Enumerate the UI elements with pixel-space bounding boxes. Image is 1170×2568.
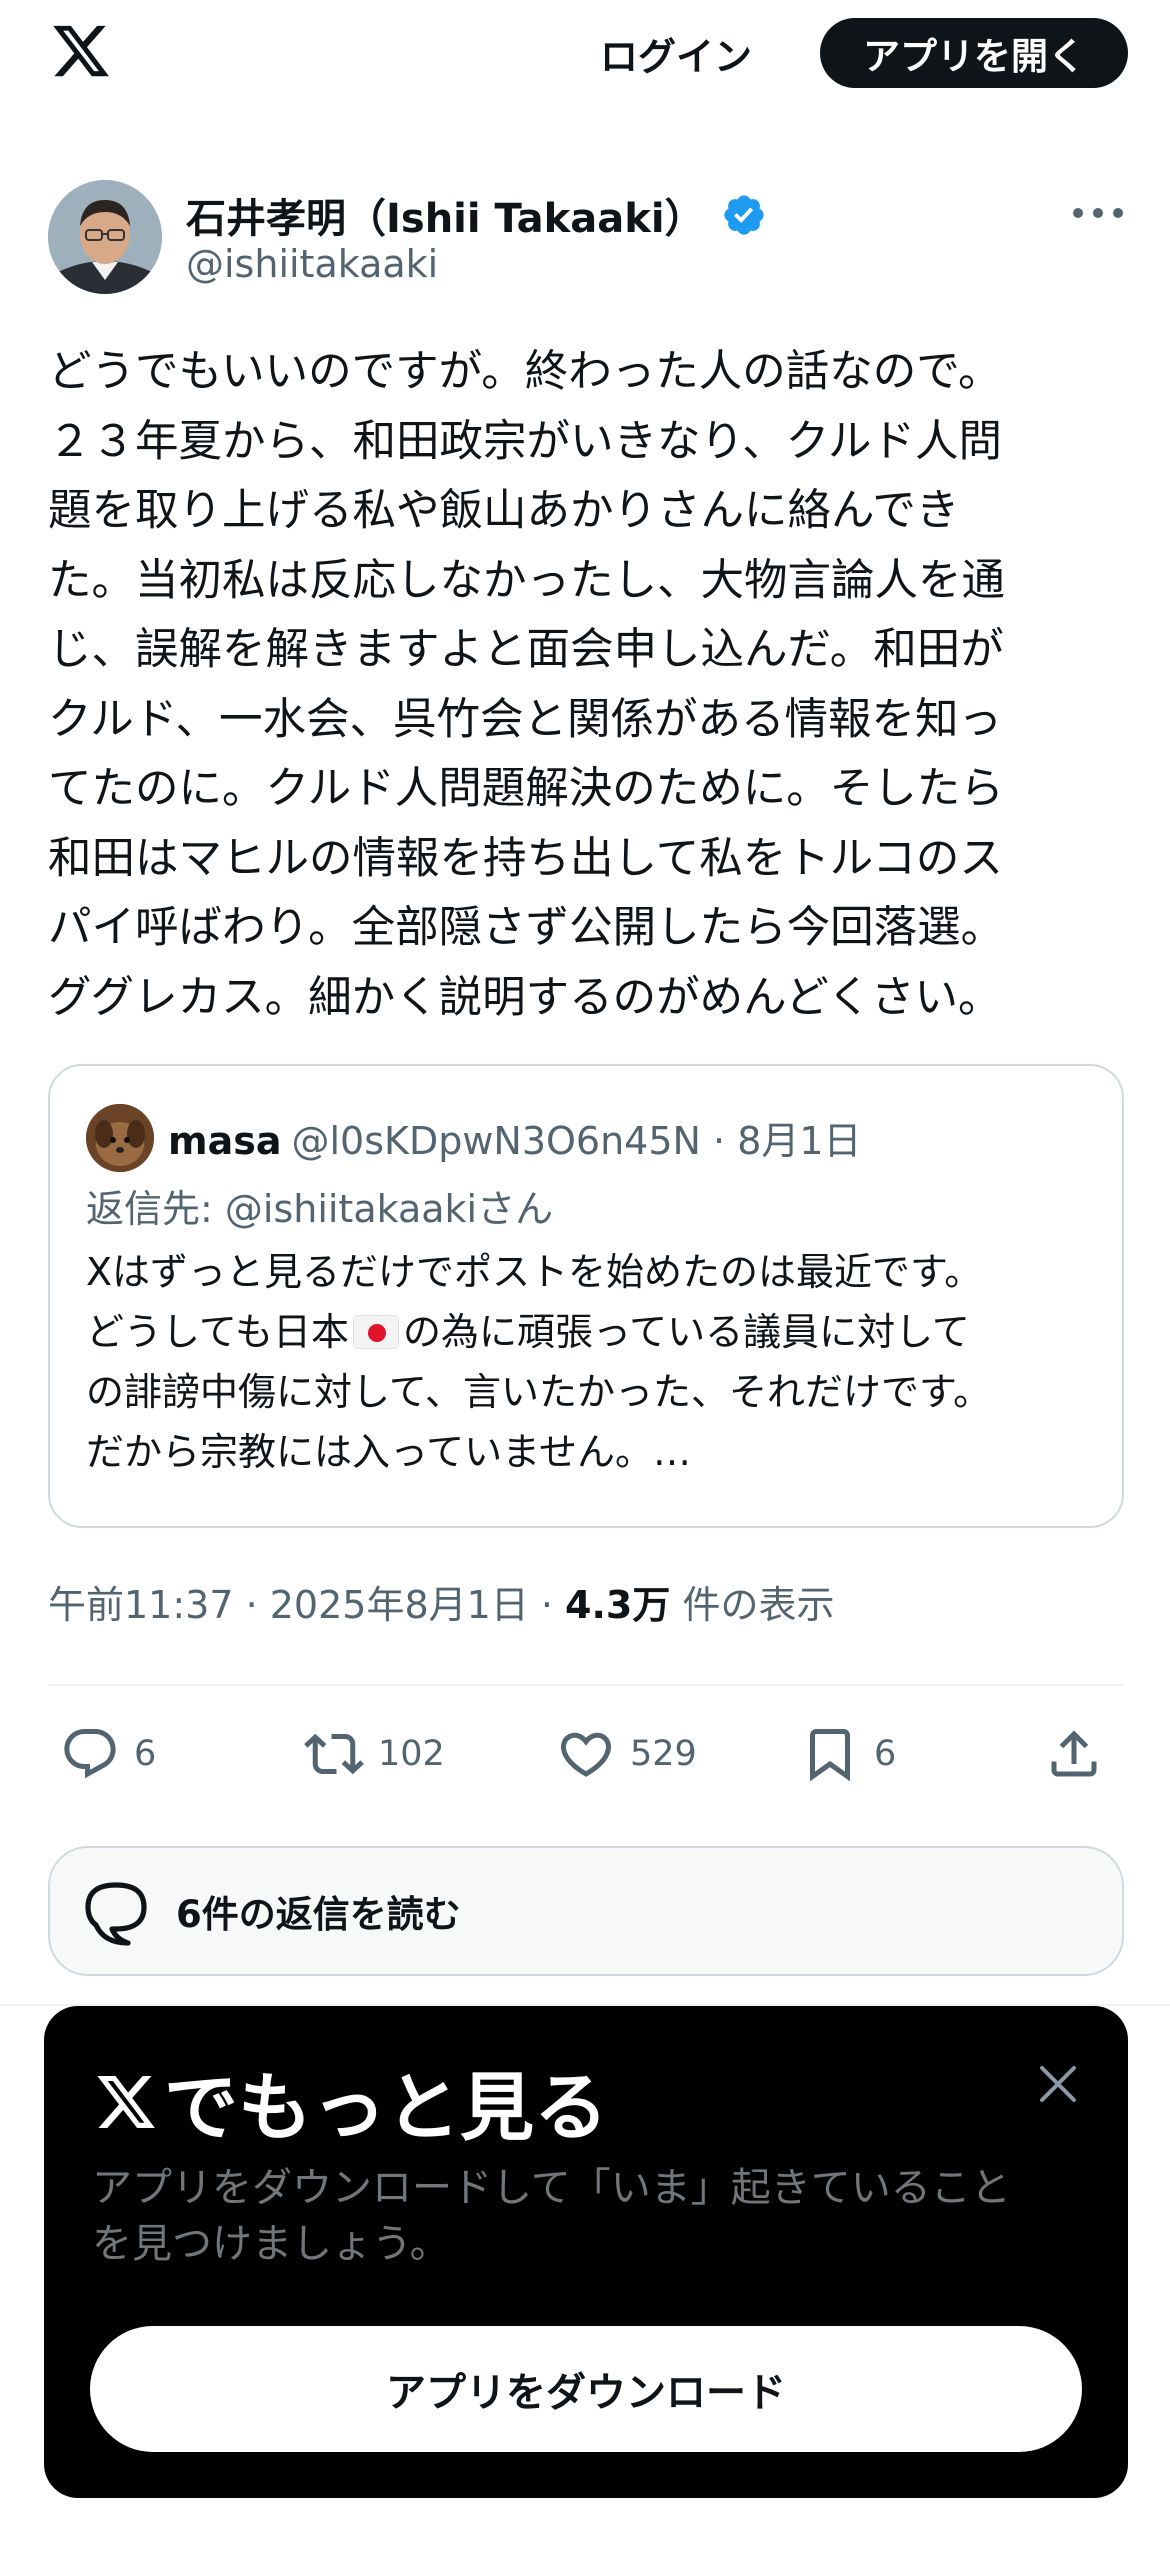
- author-name[interactable]: 石井孝明（Ishii Takaaki）: [186, 186, 767, 244]
- quoted-header: masa @l0sKDpwN3O6n45N · 8月1日: [168, 1110, 862, 1165]
- reply-count: 6: [134, 1734, 157, 1774]
- more-options-icon[interactable]: [1068, 198, 1128, 228]
- quoted-text-line: Xはずっと見るだけでポストを始めたのは最近です。: [86, 1250, 983, 1294]
- bookmark-icon: [810, 1729, 850, 1782]
- views-count: 4.3万: [565, 1583, 671, 1627]
- login-link[interactable]: ログイン: [600, 26, 752, 81]
- quoted-text-line: の誹謗中傷に対して、言いたかった、それだけです。: [86, 1370, 992, 1414]
- heart-icon: [560, 1732, 612, 1777]
- repost-count: 102: [378, 1734, 445, 1774]
- quoted-tweet[interactable]: masa @l0sKDpwN3O6n45N · 8月1日 返信先: @ishiit…: [48, 1064, 1124, 1528]
- quoted-text-line: どうしても日本 の為に頑張っている議員に対して: [86, 1302, 1096, 1362]
- quoted-author-meta: @l0sKDpwN3O6n45N · 8月1日: [291, 1119, 862, 1163]
- quoted-avatar[interactable]: [86, 1104, 154, 1172]
- read-replies-button[interactable]: 6件の返信を読む: [48, 1846, 1124, 1976]
- quoted-text-fragment: どうしても日本: [86, 1310, 349, 1354]
- x-logo-icon[interactable]: [48, 20, 114, 82]
- bookmark-button[interactable]: 6: [800, 1716, 896, 1792]
- read-replies-label: 6件の返信を読む: [176, 1893, 461, 1936]
- author-display-name: 石井孝明（Ishii Takaaki）: [186, 196, 705, 242]
- download-app-button[interactable]: アプリをダウンロード: [90, 2326, 1082, 2452]
- timestamp-text[interactable]: 午前11:37 · 2025年8月1日 ·: [48, 1583, 565, 1627]
- quoted-text: Xはずっと見るだけでポストを始めたのは最近です。 どうしても日本 の為に頑張ってい…: [86, 1242, 1096, 1482]
- quoted-author-name: masa: [168, 1119, 282, 1163]
- reply-button[interactable]: 6: [60, 1716, 156, 1792]
- share-icon: [1051, 1730, 1097, 1777]
- tweet-timestamp: 午前11:37 · 2025年8月1日 · 4.3万 件の表示: [48, 1574, 834, 1629]
- tweet-author: 石井孝明（Ishii Takaaki） @ishiitakaaki: [48, 180, 1128, 300]
- open-app-button[interactable]: アプリを開く: [820, 18, 1128, 88]
- like-button[interactable]: 529: [556, 1716, 697, 1792]
- japan-flag-icon: [352, 1315, 399, 1349]
- quoted-text-line: だから宗教には入っていません。…: [86, 1430, 691, 1474]
- like-count: 529: [630, 1734, 697, 1774]
- app-promo-sheet: でもっと見る アプリをダウンロードして「いま」起きていること を見つけましょう。…: [44, 2006, 1128, 2498]
- bookmark-count: 6: [874, 1734, 897, 1774]
- chat-bubble-icon: [85, 1882, 147, 1946]
- quoted-text-fragment: の為に頑張っている議員に対して: [402, 1310, 970, 1354]
- top-bar: ログイン アプリを開く: [0, 0, 1170, 110]
- promo-description: アプリをダウンロードして「いま」起きていること を見つけましょう。: [92, 2165, 1011, 2267]
- tweet-actions: 6 102 529 6: [48, 1716, 1124, 1792]
- promo-title: でもっと見る: [92, 2048, 608, 2155]
- views-label: 件の表示: [670, 1583, 835, 1627]
- divider: [48, 1684, 1124, 1686]
- x-logo-icon: [97, 2075, 155, 2128]
- repost-button[interactable]: 102: [304, 1716, 445, 1792]
- close-icon[interactable]: [1036, 2062, 1080, 2106]
- reply-icon: [64, 1729, 116, 1779]
- tweet-text: どうでもいいのですが。終わった人の話なので。 ２３年夏から、和田政宗がいきなり、…: [48, 347, 1005, 1023]
- repost-icon: [304, 1733, 364, 1775]
- quoted-reply-to: 返信先: @ishiitakaakiさん: [86, 1187, 554, 1231]
- promo-title-text: でもっと見る: [164, 2065, 608, 2151]
- author-handle[interactable]: @ishiitakaaki: [186, 242, 438, 286]
- verified-badge-icon: [723, 195, 764, 235]
- share-button[interactable]: [1044, 1716, 1118, 1792]
- avatar[interactable]: [48, 180, 162, 294]
